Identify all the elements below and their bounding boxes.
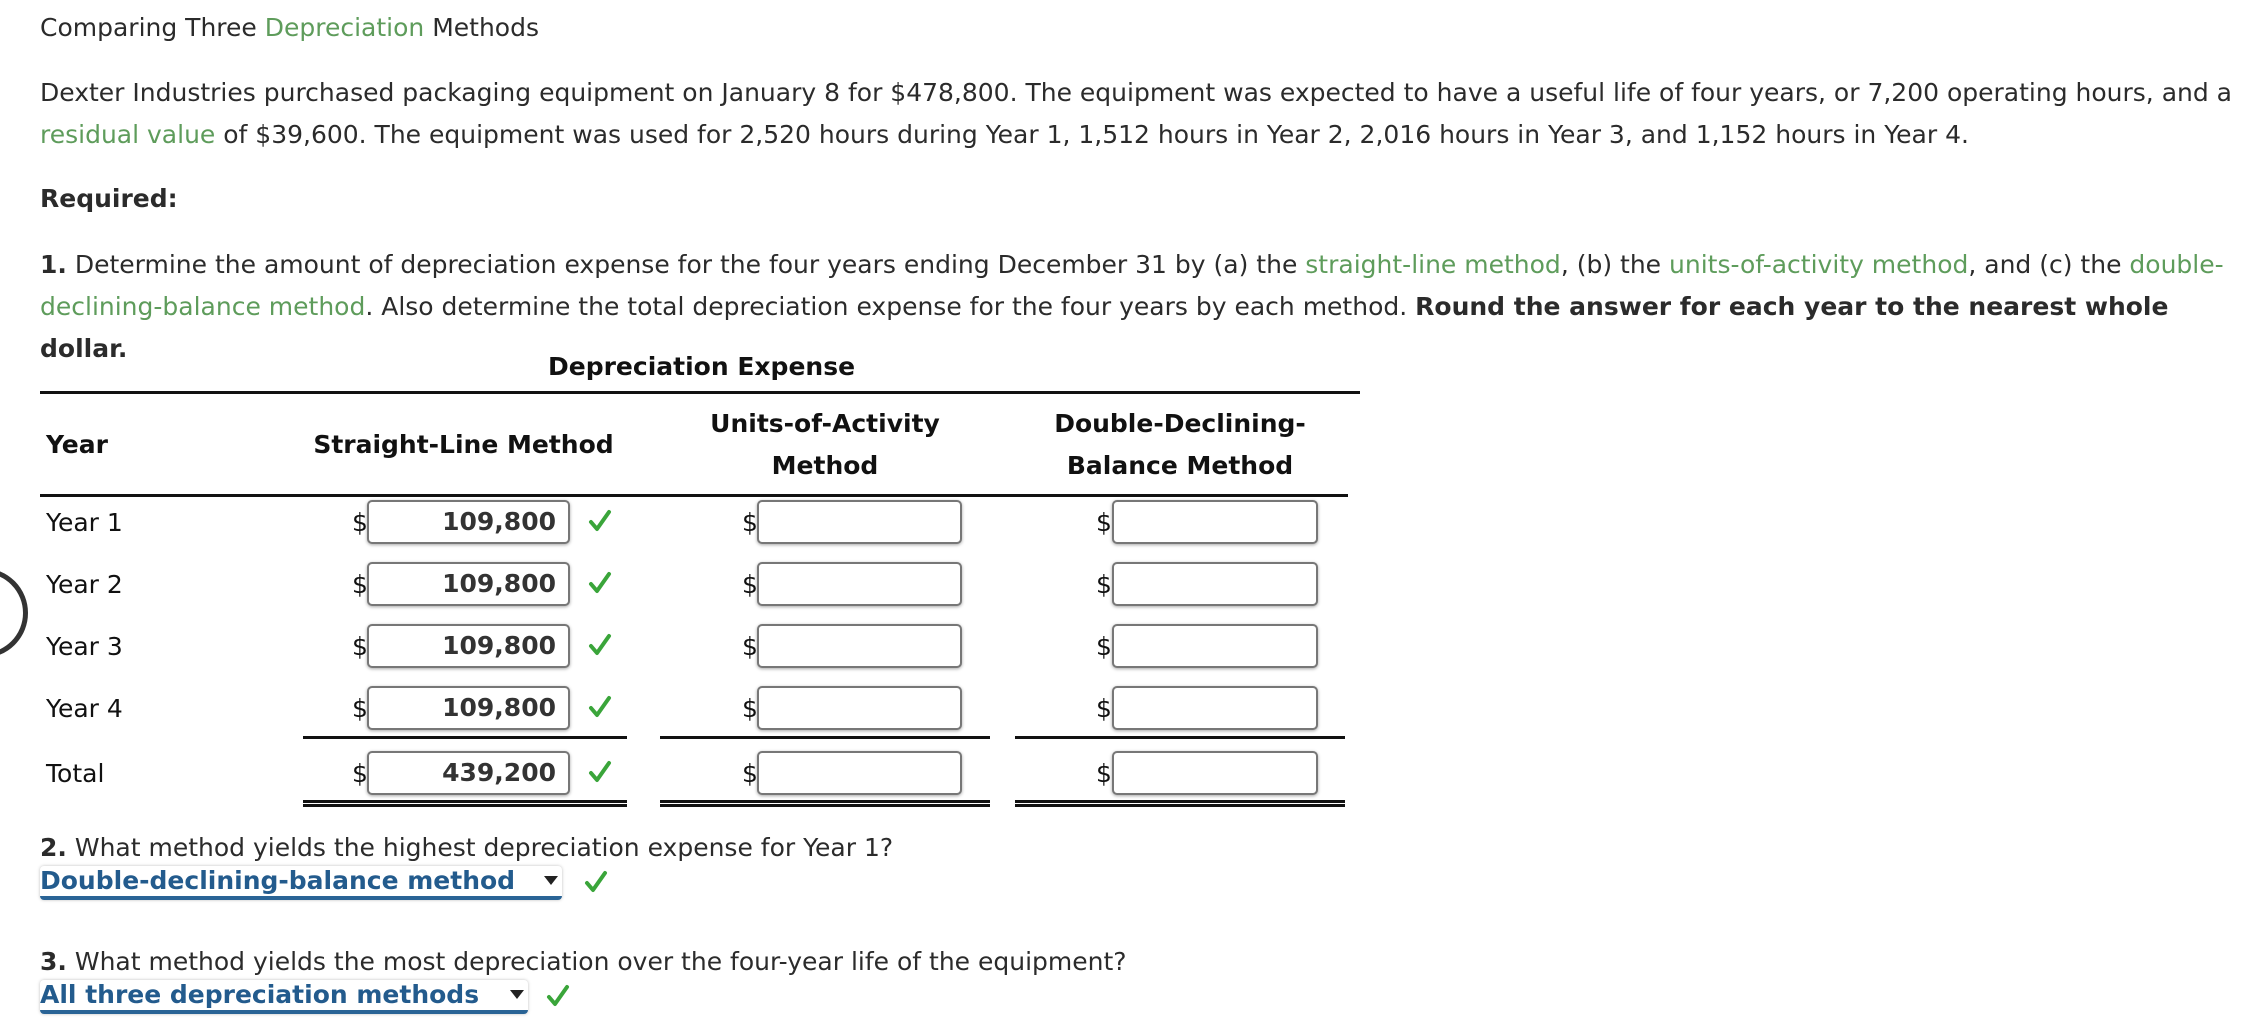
subtotal-rule-sl	[303, 736, 627, 739]
question-text: What method yields the highest depreciat…	[66, 833, 894, 862]
table-caption: Depreciation Expense	[548, 352, 856, 381]
currency-symbol: $	[1096, 508, 1112, 537]
check-icon	[589, 761, 611, 782]
currency-symbol: $	[352, 759, 368, 788]
row-label: Total	[46, 759, 105, 788]
title-prefix: Comparing Three	[40, 13, 265, 42]
question-2: 2. What method yields the highest deprec…	[40, 832, 893, 864]
question-text: Determine the amount of depreciation exp…	[66, 250, 1306, 279]
question-2-select[interactable]: Double-declining-balance method	[40, 866, 562, 900]
header-line: Method	[771, 451, 879, 480]
currency-symbol: $	[1096, 632, 1112, 661]
required-label: Required:	[40, 184, 178, 213]
check-icon	[589, 696, 611, 717]
check-icon	[547, 985, 569, 1006]
problem-statement: Dexter Industries purchased packaging eq…	[40, 72, 2240, 156]
glossary-link-residual-value[interactable]: residual value	[40, 120, 215, 149]
sl-input-year-3[interactable]: 109,800	[367, 624, 570, 668]
currency-symbol: $	[742, 759, 758, 788]
total-double-rule-sl	[303, 800, 627, 807]
glossary-link-straight-line[interactable]: straight-line method	[1305, 250, 1561, 279]
check-icon	[585, 871, 607, 892]
page-title: Comparing Three Depreciation Methods	[40, 12, 539, 44]
uoa-input-year-2[interactable]	[757, 562, 962, 606]
ddb-input-year-4[interactable]	[1112, 686, 1318, 730]
header-line: Units-of-Activity	[710, 409, 940, 438]
sl-input-year-4[interactable]: 109,800	[367, 686, 570, 730]
question-text: . Also determine the total depreciation …	[365, 292, 1416, 321]
header-bottom-rule	[40, 494, 1348, 497]
currency-symbol: $	[742, 694, 758, 723]
selected-option: All three depreciation methods	[40, 980, 480, 1009]
ddb-input-total[interactable]	[1112, 751, 1318, 795]
header-double-declining: Double-Declining- Balance Method	[1015, 403, 1345, 487]
total-double-rule-ddb	[1015, 800, 1345, 807]
uoa-input-year-1[interactable]	[757, 500, 962, 544]
currency-symbol: $	[742, 570, 758, 599]
chevron-down-icon	[510, 990, 524, 999]
header-straight-line: Straight-Line Method	[313, 430, 614, 459]
sl-input-year-1[interactable]: 109,800	[367, 500, 570, 544]
sl-input-total[interactable]: 439,200	[367, 751, 570, 795]
subtotal-rule-ddb	[1015, 736, 1345, 739]
table-top-rule	[40, 391, 1360, 394]
question-text: , and (c) the	[1968, 250, 2130, 279]
check-icon	[589, 510, 611, 531]
row-label: Year 3	[46, 632, 123, 661]
title-suffix: Methods	[424, 13, 539, 42]
header-line: Balance Method	[1066, 451, 1294, 480]
question-text: , (b) the	[1560, 250, 1670, 279]
ddb-input-year-3[interactable]	[1112, 624, 1318, 668]
currency-symbol: $	[1096, 694, 1112, 723]
cursor-ring-icon	[0, 568, 28, 658]
header-units-of-activity: Units-of-Activity Method	[660, 403, 990, 487]
sl-input-year-2[interactable]: 109,800	[367, 562, 570, 606]
question-1: 1. Determine the amount of depreciation …	[40, 244, 2240, 370]
currency-symbol: $	[1096, 570, 1112, 599]
ddb-input-year-1[interactable]	[1112, 500, 1318, 544]
subtotal-rule-uoa	[660, 736, 990, 739]
question-3-select[interactable]: All three depreciation methods	[40, 980, 528, 1014]
row-label: Year 4	[46, 694, 123, 723]
total-double-rule-uoa	[660, 800, 990, 807]
chevron-down-icon	[544, 876, 558, 885]
question-number: 3.	[40, 947, 67, 976]
problem-text: Dexter Industries purchased packaging eq…	[40, 78, 2233, 107]
currency-symbol: $	[742, 632, 758, 661]
currency-symbol: $	[352, 694, 368, 723]
row-label: Year 1	[46, 508, 123, 537]
ddb-input-year-2[interactable]	[1112, 562, 1318, 606]
uoa-input-year-4[interactable]	[757, 686, 962, 730]
uoa-input-year-3[interactable]	[757, 624, 962, 668]
question-text: What method yields the most depreciation…	[66, 947, 1127, 976]
header-year: Year	[46, 430, 108, 459]
currency-symbol: $	[742, 508, 758, 537]
glossary-link-units-of-activity[interactable]: units-of-activity method	[1669, 250, 1968, 279]
currency-symbol: $	[352, 508, 368, 537]
question-number: 1.	[40, 250, 67, 279]
glossary-link-depreciation[interactable]: Depreciation	[265, 13, 425, 42]
check-icon	[589, 572, 611, 593]
question-number: 2.	[40, 833, 67, 862]
uoa-input-total[interactable]	[757, 751, 962, 795]
question-3: 3. What method yields the most depreciat…	[40, 946, 1127, 978]
problem-text-cont: of $39,600. The equipment was used for 2…	[215, 120, 1969, 149]
currency-symbol: $	[1096, 759, 1112, 788]
header-line: Double-Declining-	[1054, 409, 1306, 438]
check-icon	[589, 634, 611, 655]
row-label: Year 2	[46, 570, 123, 599]
currency-symbol: $	[352, 632, 368, 661]
currency-symbol: $	[352, 570, 368, 599]
selected-option: Double-declining-balance method	[40, 866, 516, 895]
